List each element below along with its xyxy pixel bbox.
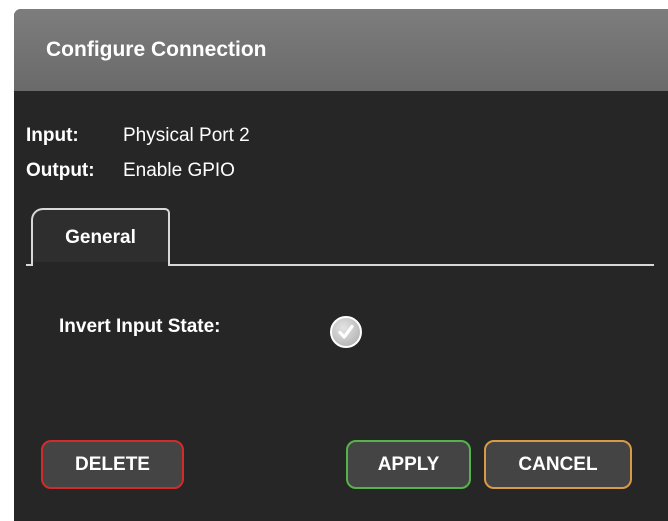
connection-info: Input: Physical Port 2 Output: Enable GP…: [26, 118, 250, 188]
output-info-row: Output: Enable GPIO: [26, 153, 250, 188]
apply-button[interactable]: APPLY: [346, 440, 471, 489]
input-label: Input:: [26, 125, 79, 146]
tab-general-label: General: [65, 226, 136, 248]
dialog-titlebar[interactable]: Configure Connection: [14, 9, 668, 91]
cancel-button[interactable]: CANCEL: [484, 440, 632, 489]
dialog-title: Configure Connection: [46, 38, 267, 61]
check-icon: [338, 324, 354, 339]
invert-input-state-label: Invert Input State:: [59, 316, 221, 337]
tab-general[interactable]: General: [31, 208, 170, 265]
delete-button[interactable]: DELETE: [41, 440, 184, 489]
output-label: Output:: [26, 160, 95, 181]
tab-bottom-cover: [33, 262, 168, 267]
input-info-row: Input: Physical Port 2: [26, 118, 250, 153]
invert-input-state-checkbox[interactable]: [330, 316, 362, 348]
input-value: Physical Port 2: [123, 125, 250, 146]
output-value: Enable GPIO: [123, 160, 235, 181]
